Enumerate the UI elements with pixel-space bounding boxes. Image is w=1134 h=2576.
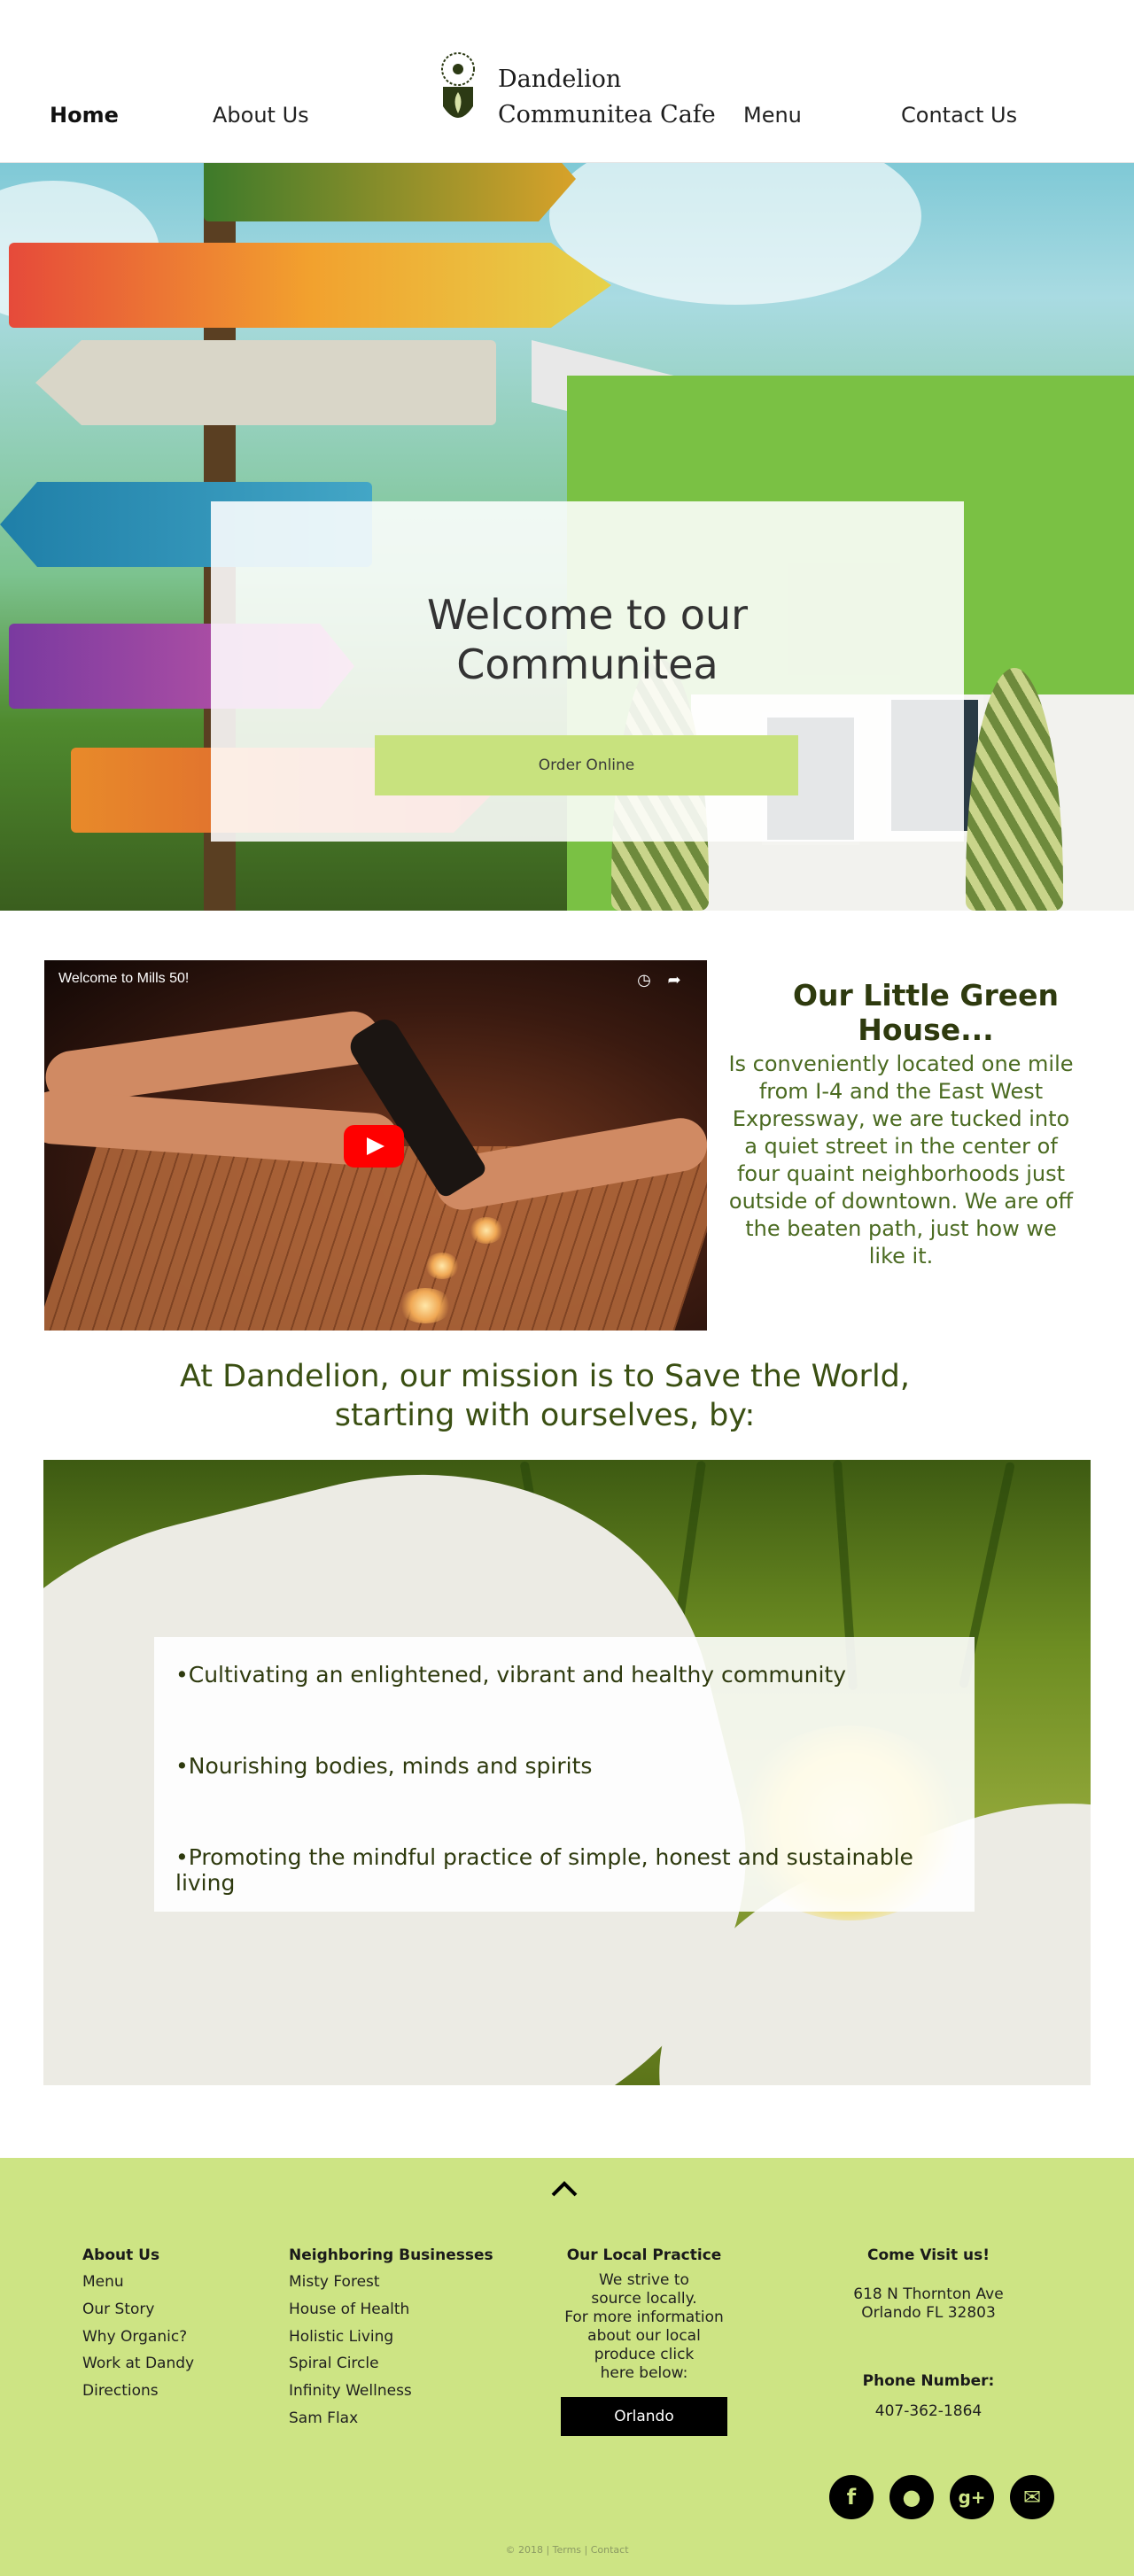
footer-about-title[interactable]: About Us <box>82 2246 159 2264</box>
footer-visit-title: Come Visit us! <box>867 2246 990 2264</box>
nav-about-us[interactable]: About Us <box>213 103 309 128</box>
brand-name[interactable]: Dandelion Communitea Cafe <box>498 62 716 133</box>
footer-link-our-story[interactable]: Our Story <box>82 2301 154 2318</box>
footer-local-line: about our local <box>587 2327 701 2345</box>
footer-link-why-organic[interactable]: Why Organic? <box>82 2328 187 2346</box>
footer-phone-label: Phone Number: <box>862 2372 995 2390</box>
footer-link-infinity-wellness[interactable]: Infinity Wellness <box>289 2382 412 2400</box>
play-button-icon[interactable] <box>344 1125 404 1168</box>
site-header: Home About Us Dandelion Communitea Cafe … <box>0 0 1134 163</box>
footer-phone-number[interactable]: 407-362-1864 <box>831 2402 1026 2421</box>
footer-link-house-of-health[interactable]: House of Health <box>289 2301 409 2318</box>
footer-link-menu[interactable]: Menu <box>82 2273 124 2291</box>
footer-link-work-at-dandy[interactable]: Work at Dandy <box>82 2355 194 2372</box>
mission-item: •Promoting the mindful practice of simpl… <box>175 1844 913 1896</box>
sign-go <box>35 340 496 425</box>
video-player[interactable]: Welcome to Mills 50! ◷ ➦ <box>44 960 707 1331</box>
twitter-icon[interactable]: ● <box>889 2475 934 2519</box>
footer-link-directions[interactable]: Directions <box>82 2382 159 2400</box>
footer-link-misty-forest[interactable]: Misty Forest <box>289 2273 380 2291</box>
copyright-text: © 2018 | Terms | Contact <box>505 2544 629 2556</box>
footer-local-text: We strive to source locally. For more in… <box>542 2271 746 2383</box>
orlando-button[interactable]: Orlando <box>561 2397 727 2436</box>
footer-local-line: source locally. <box>591 2290 697 2308</box>
dandelion-logo-icon[interactable] <box>432 51 484 131</box>
order-online-button[interactable]: Order Online <box>375 735 798 795</box>
email-icon[interactable]: ✉ <box>1010 2475 1054 2519</box>
footer-local-line: here below: <box>600 2364 688 2382</box>
mission-item: •Cultivating an enlightened, vibrant and… <box>175 1662 847 1688</box>
footer-link-holistic-living[interactable]: Holistic Living <box>289 2328 393 2346</box>
candle-light <box>399 1288 452 1323</box>
info-title: Our Little Green House... <box>793 978 1059 1047</box>
footer-local-line: produce click <box>594 2346 695 2363</box>
welcome-title-line-2: Communitea <box>456 640 718 688</box>
pouring-arm <box>44 1007 384 1108</box>
sign-top <box>204 163 576 221</box>
footer-neighbors-title: Neighboring Businesses <box>289 2246 493 2264</box>
footer-local-line: We strive to <box>599 2271 689 2289</box>
brand-line-2: Communitea Cafe <box>498 101 716 128</box>
candle-light <box>470 1217 503 1244</box>
address-line-2: Orlando FL 32803 <box>861 2304 996 2322</box>
nav-menu[interactable]: Menu <box>743 103 802 128</box>
welcome-title: Welcome to our Communitea <box>211 590 964 689</box>
google-plus-icon[interactable]: g+ <box>950 2475 994 2519</box>
sign-yesterday <box>9 243 611 328</box>
mission-list: •Cultivating an enlightened, vibrant and… <box>154 1637 975 1912</box>
welcome-panel: Welcome to our Communitea Order Online <box>211 501 964 842</box>
share-icon[interactable]: ➦ <box>664 971 684 990</box>
mission-line-1: At Dandelion, our mission is to Save the… <box>179 1359 911 1394</box>
footer-local-title: Our Local Practice <box>566 2246 722 2264</box>
scroll-to-top-icon[interactable] <box>549 2174 579 2204</box>
footer-local-line: For more information <box>564 2308 724 2326</box>
mission-item: •Nourishing bodies, minds and spirits <box>175 1753 593 1779</box>
facebook-icon[interactable]: f <box>829 2475 874 2519</box>
book-flower-image: •Cultivating an enlightened, vibrant and… <box>43 1460 1091 2085</box>
mission-line-2: starting with ourselves, by: <box>334 1398 756 1433</box>
watch-later-icon[interactable]: ◷ <box>634 971 654 990</box>
info-body: Is conveniently located one mile from I-… <box>728 1051 1074 1269</box>
footer-link-spiral-circle[interactable]: Spiral Circle <box>289 2355 379 2372</box>
nav-home[interactable]: Home <box>50 103 119 128</box>
nav-contact-us[interactable]: Contact Us <box>901 103 1017 128</box>
brand-line-1: Dandelion <box>498 66 622 93</box>
site-footer: About Us Menu Our Story Why Organic? Wor… <box>0 2158 1134 2576</box>
footer-address: 618 N Thornton Ave Orlando FL 32803 <box>831 2285 1026 2323</box>
candle-light <box>425 1253 459 1279</box>
address-line-1: 618 N Thornton Ave <box>853 2285 1004 2303</box>
hero-banner: Welcome to our Communitea Order Online <box>0 163 1134 911</box>
footer-link-sam-flax[interactable]: Sam Flax <box>289 2409 358 2427</box>
video-title[interactable]: Welcome to Mills 50! <box>58 971 189 987</box>
welcome-title-line-1: Welcome to our <box>426 591 749 639</box>
mission-heading: At Dandelion, our mission is to Save the… <box>0 1357 1090 1435</box>
